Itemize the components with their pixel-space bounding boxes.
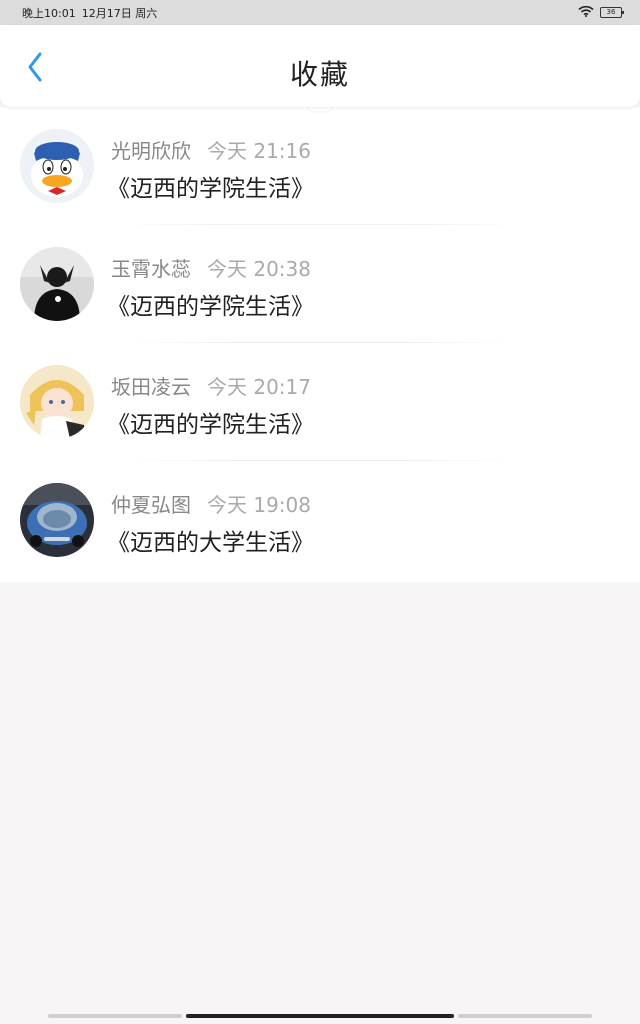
wifi-icon bbox=[578, 5, 594, 20]
favorites-list: 光明欣欣 今天 21:16 《迈西的学院生活》 玉霄水蕊 今天 20:38 《迈西的… bbox=[0, 107, 640, 582]
list-item[interactable]: 仲夏弘图 今天 19:08 《迈西的大学生活》 bbox=[0, 461, 640, 579]
list-item[interactable]: 光明欣欣 今天 21:16 《迈西的学院生活》 bbox=[0, 107, 640, 225]
item-time: 今天 20:17 bbox=[207, 375, 311, 399]
item-title: 《迈西的学院生活》 bbox=[107, 176, 314, 202]
status-left: 晚上10:01 12月17日 周六 bbox=[22, 5, 157, 21]
item-title: 《迈西的学院生活》 bbox=[107, 412, 314, 438]
header: 收藏 bbox=[0, 25, 640, 107]
list-item[interactable]: 玉霄水蕊 今天 20:38 《迈西的学院生活》 bbox=[0, 225, 640, 343]
list-item[interactable]: 坂田凌云 今天 20:17 《迈西的学院生活》 bbox=[0, 343, 640, 461]
item-time: 今天 21:16 bbox=[207, 139, 311, 163]
item-title: 《迈西的大学生活》 bbox=[107, 530, 314, 556]
battery-icon: 36 bbox=[600, 7, 624, 18]
item-meta: 光明欣欣 今天 21:16 bbox=[111, 135, 311, 164]
status-time: 晚上10:01 bbox=[22, 6, 76, 20]
item-title: 《迈西的学院生活》 bbox=[107, 294, 314, 320]
item-user: 仲夏弘图 bbox=[111, 493, 191, 517]
home-indicator[interactable] bbox=[186, 1014, 454, 1018]
item-meta: 坂田凌云 今天 20:17 bbox=[111, 371, 311, 400]
person-photo-avatar[interactable] bbox=[20, 247, 94, 321]
item-time: 今天 20:38 bbox=[207, 257, 311, 281]
concept-car-avatar[interactable] bbox=[20, 483, 94, 557]
donald-duck-avatar[interactable] bbox=[20, 129, 94, 203]
battery-level: 36 bbox=[606, 8, 616, 16]
home-indicator-right bbox=[458, 1014, 592, 1018]
item-user: 玉霄水蕊 bbox=[111, 257, 191, 281]
item-user: 坂田凌云 bbox=[111, 375, 191, 399]
item-meta: 玉霄水蕊 今天 20:38 bbox=[111, 253, 311, 282]
status-date: 12月17日 周六 bbox=[81, 6, 158, 20]
item-time: 今天 19:08 bbox=[207, 493, 311, 517]
page-title: 收藏 bbox=[289, 58, 350, 91]
status-bar: 晚上10:01 12月17日 周六 36 bbox=[0, 0, 640, 25]
home-indicator-left bbox=[48, 1014, 182, 1018]
item-user: 光明欣欣 bbox=[111, 139, 191, 163]
status-right: 36 bbox=[578, 5, 624, 20]
anime-girl-avatar[interactable] bbox=[20, 365, 94, 439]
item-meta: 仲夏弘图 今天 19:08 bbox=[111, 489, 311, 518]
